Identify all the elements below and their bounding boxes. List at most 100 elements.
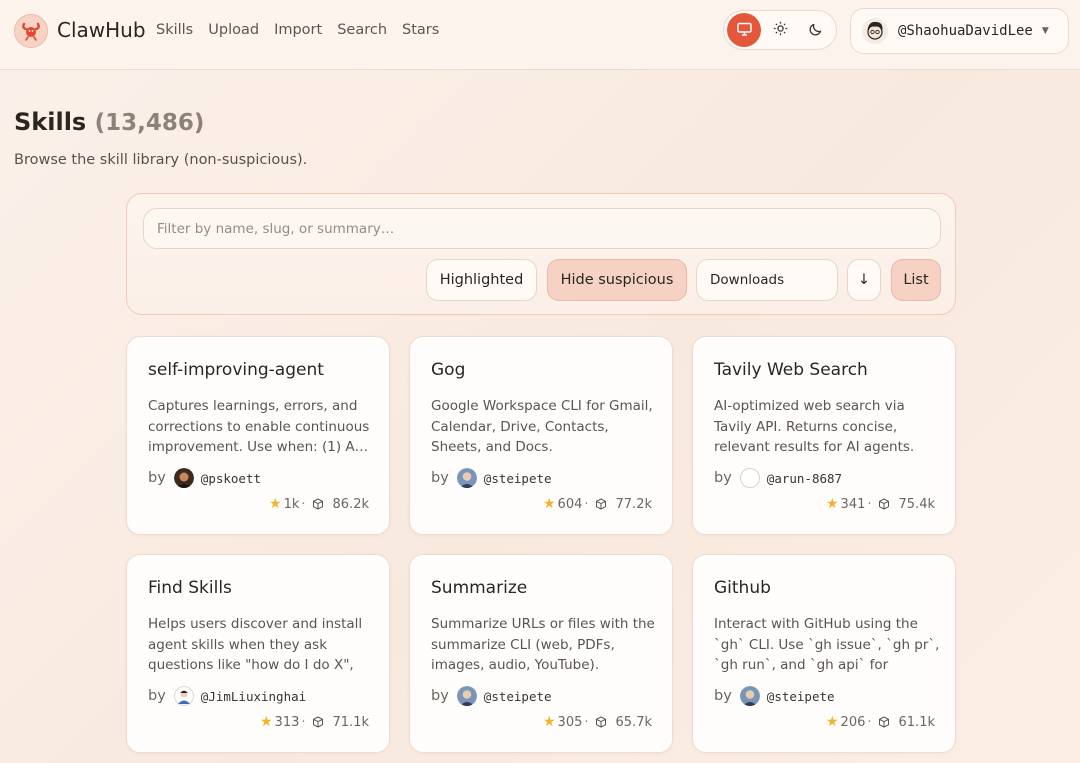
skill-card[interactable]: Gog Google Workspace CLI for Gmail, Cale… bbox=[409, 336, 673, 535]
author-handle: @steipete bbox=[483, 470, 552, 486]
filter-panel: Highlighted Hide suspicious Downloads ↓ … bbox=[126, 193, 956, 315]
top-bar: ClawHub Skills Upload Import Search Star… bbox=[0, 0, 1080, 70]
skill-summary: Captures learnings, errors, and correcti… bbox=[148, 398, 370, 455]
brand-name[interactable]: ClawHub bbox=[57, 18, 146, 42]
skill-stats: ★ 1k · 86.2k bbox=[269, 496, 369, 512]
page-title: Skills (13,486) bbox=[14, 108, 204, 136]
package-icon bbox=[878, 498, 890, 510]
star-icon: ★ bbox=[542, 496, 556, 512]
star-icon: ★ bbox=[269, 496, 282, 512]
user-handle: @ShaohuaDavidLee bbox=[898, 23, 1033, 39]
skill-summary: Summarize URLs or files with the summari… bbox=[431, 616, 655, 673]
skill-card[interactable]: Find Skills Helps users discover and ins… bbox=[126, 554, 390, 753]
avatar bbox=[739, 468, 760, 488]
skill-name[interactable]: self-improving-agent bbox=[148, 360, 324, 380]
skill-author[interactable]: by @arun-8687 bbox=[714, 468, 842, 488]
arrow-down-icon: ↓ bbox=[857, 272, 871, 288]
skill-name[interactable]: Github bbox=[714, 578, 771, 598]
skill-stats: ★ 206 · 61.1k bbox=[826, 714, 935, 730]
hide-suspicious-toggle[interactable]: Hide suspicious bbox=[547, 259, 687, 301]
separator-dot: · bbox=[301, 714, 306, 730]
skill-card[interactable]: self-improving-agent Captures learnings,… bbox=[126, 336, 390, 535]
stars-count: 206 bbox=[840, 714, 866, 730]
downloads-count: 65.7k bbox=[615, 714, 652, 730]
nav-stars[interactable]: Stars bbox=[402, 22, 439, 38]
skill-author[interactable]: by @JimLiuxinghai bbox=[148, 686, 306, 706]
stars-count: 313 bbox=[274, 714, 300, 730]
author-handle: @steipete bbox=[766, 688, 835, 704]
separator-dot: · bbox=[867, 714, 872, 730]
package-icon bbox=[878, 716, 890, 728]
author-handle: @steipete bbox=[483, 688, 552, 704]
skill-name[interactable]: Summarize bbox=[431, 578, 527, 598]
by-label: by bbox=[431, 470, 449, 486]
skill-stats: ★ 305 · 65.7k bbox=[543, 714, 652, 730]
avatar bbox=[456, 686, 477, 706]
stars-count: 305 bbox=[557, 714, 583, 730]
search-input[interactable] bbox=[143, 208, 941, 249]
skill-card[interactable]: Github Interact with GitHub using the `g… bbox=[692, 554, 956, 753]
stars-count: 1k bbox=[283, 496, 300, 512]
nav-skills[interactable]: Skills bbox=[156, 22, 193, 38]
nav-search[interactable]: Search bbox=[337, 22, 387, 38]
package-icon bbox=[595, 498, 607, 510]
stars-count: 604 bbox=[557, 496, 583, 512]
lobster-logo-icon[interactable] bbox=[14, 14, 48, 48]
downloads-count: 86.2k bbox=[332, 496, 369, 512]
page-title-text: Skills bbox=[14, 108, 87, 136]
avatar bbox=[862, 18, 888, 44]
avatar bbox=[173, 468, 194, 488]
star-icon: ★ bbox=[825, 496, 839, 512]
skill-name[interactable]: Gog bbox=[431, 360, 465, 380]
system-theme-button[interactable] bbox=[727, 13, 761, 47]
light-theme-button[interactable] bbox=[763, 13, 797, 47]
downloads-count: 61.1k bbox=[898, 714, 935, 730]
avatar bbox=[739, 686, 760, 706]
skill-author[interactable]: by @pskoett bbox=[148, 468, 261, 488]
skill-author[interactable]: by @steipete bbox=[431, 468, 552, 488]
skill-stats: ★ 604 · 77.2k bbox=[543, 496, 652, 512]
skill-card[interactable]: Summarize Summarize URLs or files with t… bbox=[409, 554, 673, 753]
by-label: by bbox=[148, 688, 166, 704]
avatar bbox=[173, 686, 194, 706]
caret-down-icon: ▼ bbox=[1041, 26, 1049, 36]
author-handle: @pskoett bbox=[200, 470, 262, 486]
stars-count: 341 bbox=[840, 496, 866, 512]
sun-icon bbox=[773, 21, 788, 40]
by-label: by bbox=[714, 688, 732, 704]
separator-dot: · bbox=[867, 496, 872, 512]
skill-author[interactable]: by @steipete bbox=[431, 686, 552, 706]
downloads-count: 75.4k bbox=[898, 496, 935, 512]
star-icon: ★ bbox=[825, 714, 839, 730]
skill-author[interactable]: by @steipete bbox=[714, 686, 835, 706]
downloads-count: 77.2k bbox=[615, 496, 652, 512]
by-label: by bbox=[148, 470, 166, 486]
skill-name[interactable]: Tavily Web Search bbox=[714, 360, 868, 380]
package-icon bbox=[312, 716, 324, 728]
nav-upload[interactable]: Upload bbox=[208, 22, 259, 38]
skill-summary: Interact with GitHub using the `gh` CLI.… bbox=[714, 616, 940, 673]
skill-summary: Google Workspace CLI for Gmail, Calendar… bbox=[431, 398, 653, 455]
author-handle: @JimLiuxinghai bbox=[200, 688, 307, 704]
sort-direction-button[interactable]: ↓ bbox=[847, 259, 881, 301]
separator-dot: · bbox=[584, 714, 589, 730]
main-nav: Skills Upload Import Search Stars bbox=[156, 22, 454, 38]
nav-import[interactable]: Import bbox=[274, 22, 322, 38]
star-icon: ★ bbox=[542, 714, 556, 730]
skill-card[interactable]: Tavily Web Search AI-optimized web searc… bbox=[692, 336, 956, 535]
downloads-count: 71.1k bbox=[332, 714, 369, 730]
by-label: by bbox=[431, 688, 449, 704]
package-icon bbox=[312, 498, 324, 510]
star-icon: ★ bbox=[259, 714, 273, 730]
moon-icon bbox=[809, 21, 823, 40]
separator-dot: · bbox=[301, 496, 306, 512]
dark-theme-button[interactable] bbox=[799, 13, 833, 47]
view-toggle-button[interactable]: List bbox=[891, 259, 941, 301]
separator-dot: · bbox=[584, 496, 589, 512]
skill-summary: AI-optimized web search via Tavily API. … bbox=[714, 398, 915, 455]
avatar bbox=[456, 468, 477, 488]
skill-name[interactable]: Find Skills bbox=[148, 578, 232, 598]
user-menu-button[interactable]: @ShaohuaDavidLee ▼ bbox=[850, 8, 1069, 54]
highlighted-toggle[interactable]: Highlighted bbox=[426, 259, 537, 301]
sort-select[interactable]: Downloads bbox=[696, 259, 838, 301]
